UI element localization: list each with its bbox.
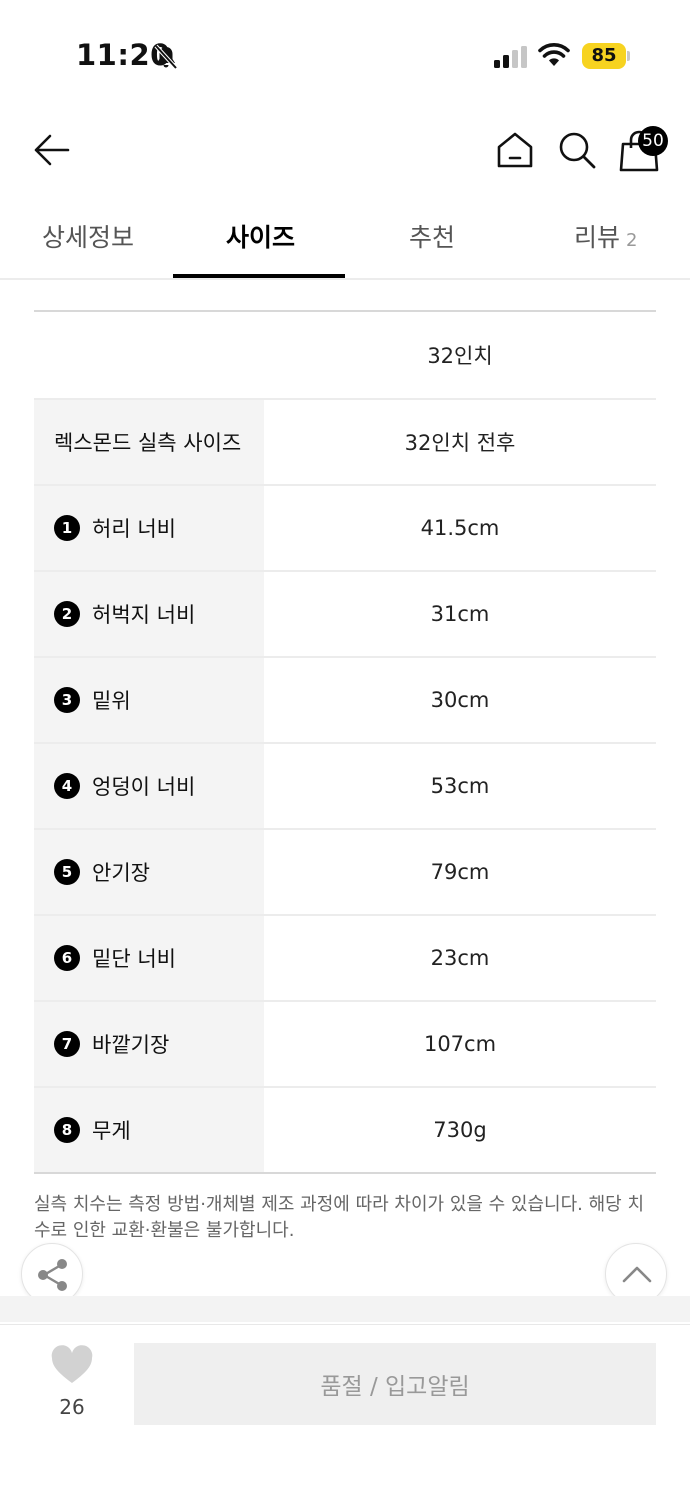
table-row: 3 밑위 30cm bbox=[34, 658, 656, 744]
cart-count-badge: 50 bbox=[638, 126, 668, 156]
row-label-text: 엉덩이 너비 bbox=[92, 775, 196, 799]
home-icon[interactable] bbox=[495, 130, 535, 170]
number-badge-icon: 7 bbox=[54, 1031, 80, 1057]
status-bar: 11:20 85 bbox=[0, 0, 690, 100]
bell-muted-icon bbox=[154, 44, 178, 70]
row-value: 31cm bbox=[430, 602, 490, 626]
row-label: 렉스몬드 실측 사이즈 bbox=[34, 400, 264, 484]
number-badge-icon: 2 bbox=[54, 601, 80, 627]
table-column-header: 32인치 bbox=[427, 344, 493, 368]
row-value: 79cm bbox=[430, 860, 490, 884]
table-row: 5 안기장 79cm bbox=[34, 830, 656, 916]
row-value: 32인치 전후 bbox=[404, 431, 516, 455]
table-row: 6 밑단 너비 23cm bbox=[34, 916, 656, 1002]
row-label-text: 밑단 너비 bbox=[92, 947, 176, 971]
row-label: 1 허리 너비 bbox=[34, 486, 264, 570]
row-label-text: 렉스몬드 실측 사이즈 bbox=[54, 431, 242, 455]
tab-recommend[interactable]: 추천 bbox=[409, 218, 455, 254]
table-row: 2 허벅지 너비 31cm bbox=[34, 572, 656, 658]
number-badge-icon: 6 bbox=[54, 945, 80, 971]
row-label: 8 무게 bbox=[34, 1088, 264, 1172]
row-label-text: 밑위 bbox=[92, 689, 131, 713]
tab-reviews[interactable]: 리뷰 2 bbox=[574, 218, 637, 254]
table-row: 4 엉덩이 너비 53cm bbox=[34, 744, 656, 830]
search-icon[interactable] bbox=[557, 130, 597, 170]
like-count: 26 bbox=[59, 1395, 85, 1419]
tab-bar: 상세정보 사이즈 추천 리뷰 2 bbox=[0, 200, 690, 280]
table-header-empty-cell bbox=[34, 312, 264, 398]
table-row: 7 바깥기장 107cm bbox=[34, 1002, 656, 1088]
battery-tip bbox=[627, 51, 630, 61]
number-badge-icon: 3 bbox=[54, 687, 80, 713]
number-badge-icon: 5 bbox=[54, 859, 80, 885]
section-divider bbox=[0, 1296, 690, 1322]
row-label: 3 밑위 bbox=[34, 658, 264, 742]
tab-size[interactable]: 사이즈 bbox=[226, 218, 295, 254]
tab-details[interactable]: 상세정보 bbox=[42, 218, 134, 254]
row-label: 4 엉덩이 너비 bbox=[34, 744, 264, 828]
size-table: 32인치 렉스몬드 실측 사이즈 32인치 전후 1 허리 너비 41.5cm 2… bbox=[34, 310, 656, 1174]
bottom-action-bar: 26 품절 / 입고알림 bbox=[0, 1324, 690, 1500]
wifi-icon bbox=[538, 43, 570, 66]
table-row: 8 무게 730g bbox=[34, 1088, 656, 1174]
number-badge-icon: 1 bbox=[54, 515, 80, 541]
number-badge-icon: 8 bbox=[54, 1117, 80, 1143]
number-badge-icon: 4 bbox=[54, 773, 80, 799]
measurement-disclaimer: 실측 치수는 측정 방법·개체별 제조 과정에 따라 차이가 있을 수 있습니다… bbox=[34, 1194, 645, 1241]
heart-icon[interactable] bbox=[50, 1345, 94, 1385]
back-arrow-icon[interactable] bbox=[32, 132, 70, 168]
row-label-text: 허리 너비 bbox=[92, 517, 176, 541]
battery-indicator: 85 bbox=[582, 43, 630, 69]
battery-level: 85 bbox=[582, 43, 626, 69]
row-value: 53cm bbox=[430, 774, 490, 798]
table-row: 렉스몬드 실측 사이즈 32인치 전후 bbox=[34, 400, 656, 486]
row-label-text: 안기장 bbox=[92, 861, 150, 885]
row-label: 2 허벅지 너비 bbox=[34, 572, 264, 656]
soldout-restock-alert-button[interactable]: 품절 / 입고알림 bbox=[134, 1343, 656, 1425]
cellular-signal-icon bbox=[494, 46, 527, 68]
row-value: 23cm bbox=[430, 946, 490, 970]
row-value: 41.5cm bbox=[420, 516, 500, 540]
table-header-row: 32인치 bbox=[34, 312, 656, 400]
row-label: 7 바깥기장 bbox=[34, 1002, 264, 1086]
row-value: 30cm bbox=[430, 688, 490, 712]
row-label-text: 허벅지 너비 bbox=[92, 603, 196, 627]
tab-reviews-label: 리뷰 bbox=[574, 223, 621, 252]
tab-reviews-count: 2 bbox=[626, 230, 638, 251]
active-tab-indicator bbox=[173, 274, 345, 278]
table-row: 1 허리 너비 41.5cm bbox=[34, 486, 656, 572]
row-value: 730g bbox=[433, 1118, 487, 1142]
row-label: 5 안기장 bbox=[34, 830, 264, 914]
row-label-text: 무게 bbox=[92, 1119, 131, 1143]
row-label: 6 밑단 너비 bbox=[34, 916, 264, 1000]
row-value: 107cm bbox=[423, 1032, 497, 1056]
row-label-text: 바깥기장 bbox=[92, 1033, 170, 1057]
